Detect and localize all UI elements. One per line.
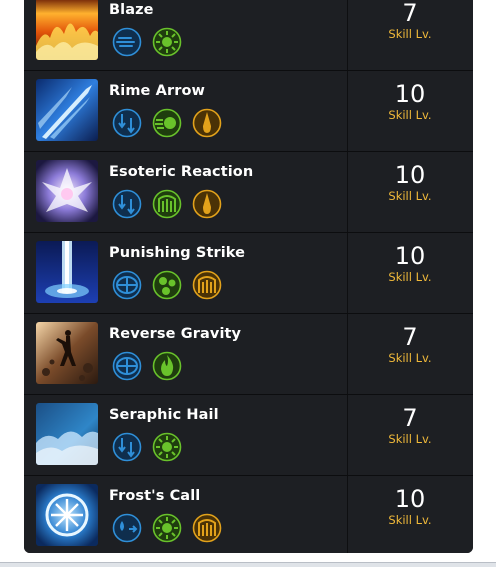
burst-icon[interactable]: [152, 432, 182, 462]
skill-level-value: 10: [394, 242, 426, 270]
skill-level: 7 Skill Lv.: [347, 323, 473, 365]
skill-icon: [36, 484, 98, 546]
skill-level-label: Skill Lv.: [388, 351, 432, 365]
skill-level-label: Skill Lv.: [388, 432, 432, 446]
cluster-icon[interactable]: [152, 270, 182, 300]
flame-spike-icon[interactable]: [192, 108, 222, 138]
skill-icon: [36, 322, 98, 384]
drop-arrow-icon[interactable]: [112, 513, 142, 543]
skill-row[interactable]: Seraphic Hail 7 Skill Lv.: [24, 395, 473, 476]
window-bottom-edge: [0, 562, 496, 567]
tripod-list: [112, 27, 182, 57]
skill-name: Punishing Strike: [109, 245, 246, 261]
skill-name: Rime Arrow: [109, 83, 206, 99]
burst-icon[interactable]: [152, 513, 182, 543]
split-arrows-icon[interactable]: [112, 108, 142, 138]
skill-icon: [36, 0, 98, 60]
skill-level-label: Skill Lv.: [388, 108, 432, 122]
skill-row[interactable]: Frost's Call 10 Skill Lv.: [24, 476, 473, 553]
flame-spike-icon[interactable]: [192, 189, 222, 219]
split-arrows-icon[interactable]: [112, 432, 142, 462]
skill-row[interactable]: Reverse Gravity 7 Skill Lv.: [24, 314, 473, 395]
gate-icon[interactable]: [192, 513, 222, 543]
tripod-list: [112, 108, 222, 138]
skill-row[interactable]: Blaze 7 Skill Lv.: [24, 0, 473, 71]
skill-level: 10 Skill Lv.: [347, 485, 473, 527]
skill-icon: [36, 79, 98, 141]
skill-level: 10 Skill Lv.: [347, 80, 473, 122]
skill-level-label: Skill Lv.: [388, 270, 432, 284]
skill-level: 10 Skill Lv.: [347, 242, 473, 284]
skill-level-label: Skill Lv.: [388, 189, 432, 203]
tripod-list: [112, 270, 222, 300]
tripod-list: [112, 432, 182, 462]
skill-row[interactable]: Rime Arrow 10 Skill Lv.: [24, 71, 473, 152]
skill-row[interactable]: Esoteric Reaction 10 Skill Lv.: [24, 152, 473, 233]
skill-level: 7 Skill Lv.: [347, 404, 473, 446]
tripod-list: [112, 189, 222, 219]
skill-level-label: Skill Lv.: [388, 27, 432, 41]
skill-icon: [36, 160, 98, 222]
skill-level-value: 7: [402, 404, 418, 432]
skill-name: Esoteric Reaction: [109, 164, 254, 180]
gate-icon[interactable]: [192, 270, 222, 300]
target-icon[interactable]: [112, 270, 142, 300]
split-arrows-icon[interactable]: [112, 189, 142, 219]
skill-icon: [36, 241, 98, 303]
skill-level-value: 10: [394, 161, 426, 189]
skill-name: Blaze: [109, 2, 154, 18]
burst-icon[interactable]: [152, 27, 182, 57]
skill-row[interactable]: Punishing Strike 10 Skill Lv.: [24, 233, 473, 314]
skill-name: Frost's Call: [109, 488, 201, 504]
skill-level-value: 7: [402, 0, 418, 27]
target-icon[interactable]: [112, 351, 142, 381]
skill-level: 10 Skill Lv.: [347, 161, 473, 203]
skill-list-panel: Blaze 7 Skill Lv. Rime Arrow 10 Skill Lv. …: [24, 0, 473, 553]
skill-level-value: 7: [402, 323, 418, 351]
flame-icon[interactable]: [152, 351, 182, 381]
orb-dash-icon[interactable]: [152, 108, 182, 138]
tripod-list: [112, 351, 182, 381]
skill-level: 7 Skill Lv.: [347, 0, 473, 41]
tripod-list: [112, 513, 222, 543]
skill-level-value: 10: [394, 80, 426, 108]
skill-level-label: Skill Lv.: [388, 513, 432, 527]
skill-name: Seraphic Hail: [109, 407, 219, 423]
skill-icon: [36, 403, 98, 465]
skill-name: Reverse Gravity: [109, 326, 242, 342]
gate-icon[interactable]: [152, 189, 182, 219]
skill-level-value: 10: [394, 485, 426, 513]
wind-lines-icon[interactable]: [112, 27, 142, 57]
